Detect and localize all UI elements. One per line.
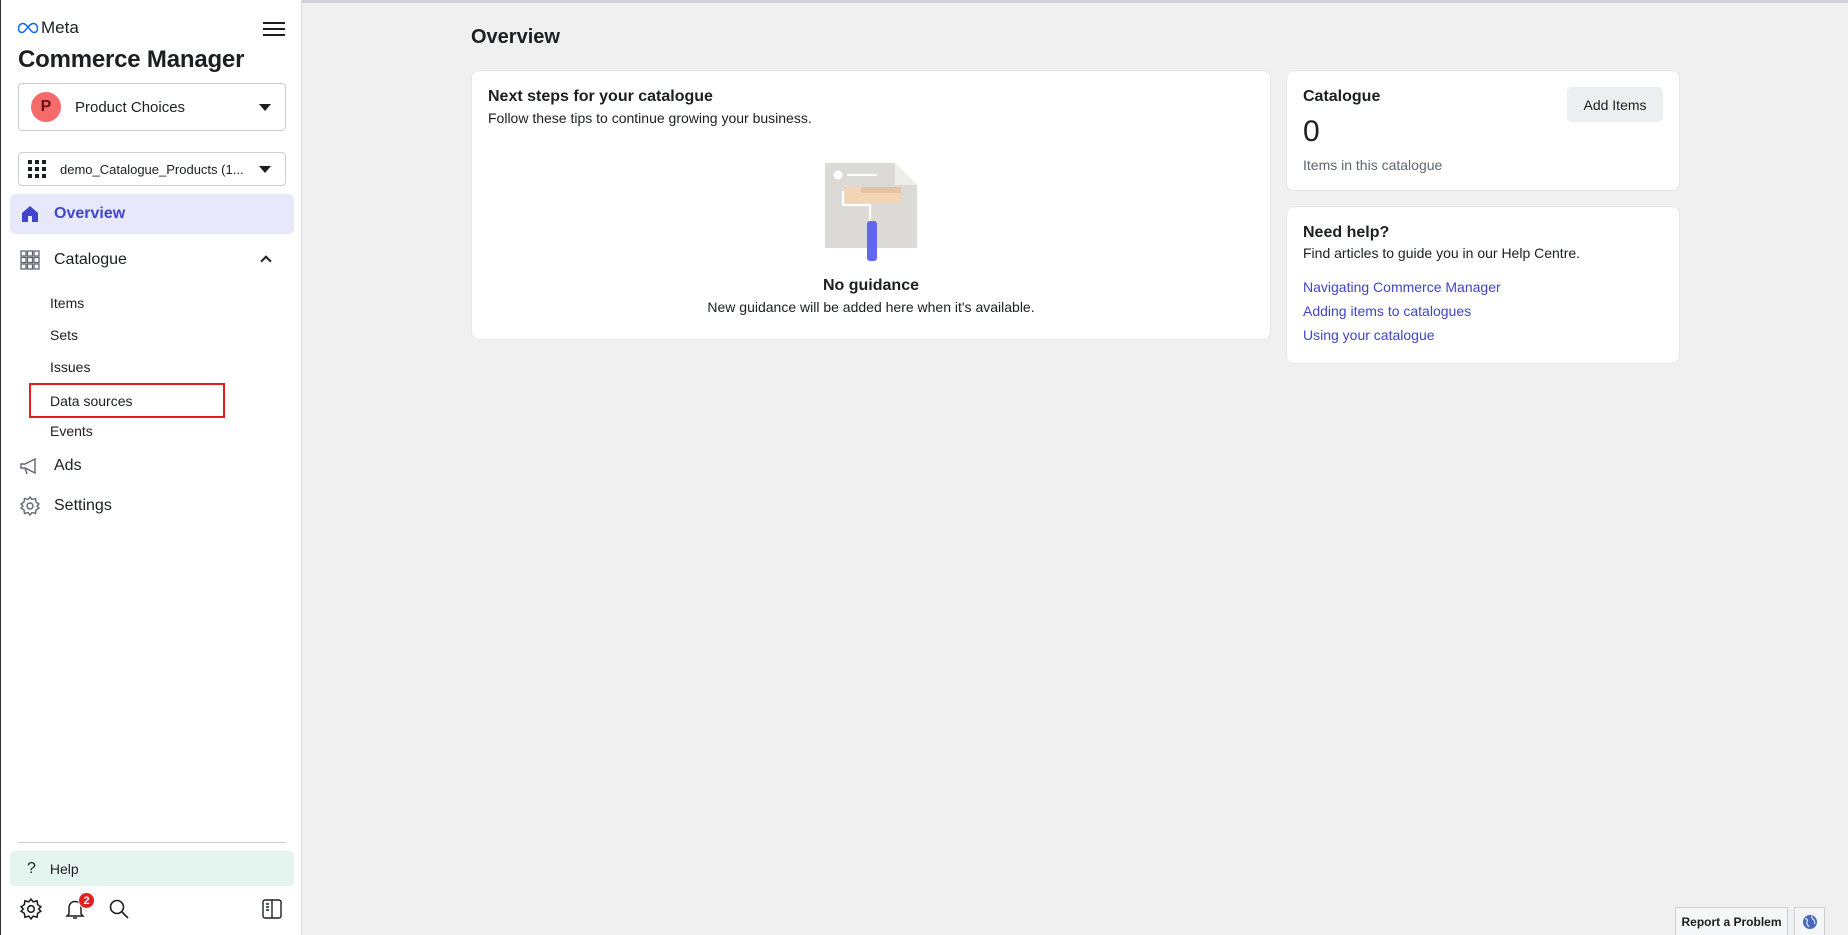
notifications-bell-icon[interactable]: 2 (64, 892, 95, 922)
help-link-adding-items[interactable]: Adding items to catalogues (1303, 303, 1471, 319)
nav-settings[interactable]: Settings (10, 486, 294, 526)
sidebar-bottom-toolbar: 2 (1, 892, 303, 925)
nav-settings-label: Settings (54, 497, 112, 514)
nav-ads-label: Ads (54, 457, 82, 474)
catalogue-item-count-label: Items in this catalogue (1303, 157, 1443, 173)
sub-item-data-sources[interactable]: Data sources (29, 383, 225, 418)
top-border (302, 0, 1848, 3)
no-guidance-subtitle: New guidance will be added here when it'… (707, 299, 1035, 315)
chevron-up-icon (260, 255, 272, 267)
meta-infinity-icon (18, 22, 38, 34)
megaphone-icon (19, 455, 41, 477)
catalogue-item-count: 0 (1303, 115, 1320, 148)
next-steps-title: Next steps for your catalogue (488, 88, 713, 105)
caret-down-icon (259, 166, 271, 173)
nav-catalogue-label: Catalogue (54, 251, 127, 268)
need-help-subtitle: Find articles to guide you in our Help C… (1303, 245, 1581, 261)
panel-toggle-icon[interactable] (261, 898, 285, 922)
app-title: Commerce Manager (18, 46, 245, 73)
globe-icon[interactable] (1794, 907, 1825, 935)
business-name: Product Choices (75, 98, 186, 116)
notification-badge: 2 (78, 892, 95, 909)
help-label: Help (49, 860, 79, 877)
nav-catalogue[interactable]: Catalogue (10, 240, 294, 280)
page-title: Overview (471, 26, 560, 48)
nav-ads[interactable]: Ads (10, 446, 294, 486)
question-icon: ? (27, 859, 36, 877)
no-guidance-title: No guidance (822, 277, 919, 294)
sub-item-events[interactable]: Events (29, 415, 225, 447)
help-link-using-catalogue[interactable]: Using your catalogue (1303, 327, 1435, 343)
next-steps-card: Next steps for your catalogue Follow the… (471, 70, 1271, 340)
report-problem-button[interactable]: Report a Problem (1675, 907, 1788, 935)
next-steps-subtitle: Follow these tips to continue growing yo… (488, 110, 812, 126)
settings-gear-icon[interactable] (19, 897, 44, 922)
meta-logo-text: Meta (41, 18, 79, 37)
sub-item-sets[interactable]: Sets (29, 319, 225, 351)
home-icon (19, 203, 41, 225)
business-selector[interactable]: P Product Choices (18, 83, 286, 131)
sidebar: Meta Commerce Manager P Product Choices … (0, 0, 302, 935)
meta-logo[interactable]: Meta (18, 18, 79, 38)
catalogue-card-title: Catalogue (1303, 88, 1381, 105)
catalogue-selector[interactable]: demo_Catalogue_Products (1... (18, 152, 286, 186)
nav-overview[interactable]: Overview (10, 194, 294, 234)
search-icon[interactable] (108, 898, 132, 922)
catalogue-name: demo_Catalogue_Products (1... (60, 161, 244, 177)
catalogue-grid-icon (19, 249, 41, 271)
sidebar-divider (18, 842, 286, 843)
help-button[interactable]: ? Help (10, 851, 294, 886)
business-avatar: P (31, 92, 61, 122)
sub-item-items[interactable]: Items (29, 287, 225, 319)
help-link-navigating[interactable]: Navigating Commerce Manager (1303, 279, 1501, 295)
paint-roller-illustration-icon (825, 163, 917, 263)
hamburger-menu-icon[interactable] (263, 18, 285, 38)
gear-icon (19, 495, 41, 517)
nav-overview-label: Overview (54, 205, 126, 222)
need-help-title: Need help? (1303, 224, 1390, 241)
caret-down-icon (259, 104, 271, 111)
catalogue-summary-card: Catalogue 0 Items in this catalogue Add … (1286, 70, 1680, 191)
add-items-button[interactable]: Add Items (1567, 87, 1663, 122)
need-help-card: Need help? Find articles to guide you in… (1286, 206, 1680, 364)
grid-icon (28, 160, 46, 178)
sub-item-issues[interactable]: Issues (29, 351, 225, 383)
